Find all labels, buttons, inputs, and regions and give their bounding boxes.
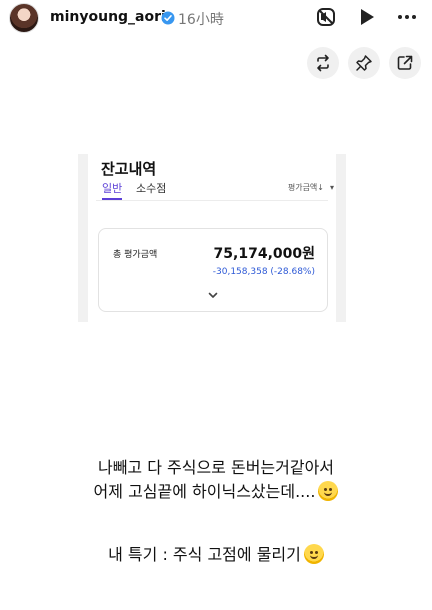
repost-button[interactable]	[307, 47, 339, 79]
repost-icon	[317, 54, 329, 72]
mute-icon[interactable]	[315, 6, 337, 28]
smiling-face-emoji-icon	[318, 481, 339, 501]
total-valuation-amount: 75,174,000원	[213, 246, 315, 262]
sort-label: 평가금액↓	[287, 183, 324, 192]
pin-icon	[356, 55, 372, 71]
sort-caret-icon: ▾	[329, 183, 334, 192]
pin-button[interactable]	[348, 47, 380, 79]
tab-general: 일반	[102, 182, 123, 195]
tab-fractional: 소수점	[136, 182, 167, 195]
tabs-divider	[96, 200, 328, 201]
share-button[interactable]	[389, 47, 421, 79]
verified-badge-icon	[161, 10, 175, 25]
caption-line-3: 내 특기 : 주식 고점에 물리기	[0, 543, 432, 567]
username[interactable]: minyoung_aori	[50, 9, 166, 25]
avatar[interactable]	[9, 3, 39, 33]
more-icon[interactable]	[396, 6, 418, 28]
total-valuation-label: 총 평가금액	[113, 250, 158, 260]
valuation-change: -30,158,358 (-28.68%)	[212, 267, 315, 277]
caption-text-2: 어제 고심끝에 하이닉스샀는데....	[93, 482, 316, 501]
balance-screenshot: 잔고내역 일반 소수점 평가금액↓ ▾ 총 평가금액 75,174,000원 -…	[78, 154, 346, 322]
relieved-face-emoji-icon	[303, 544, 324, 564]
story-header: minyoung_aori 16小時	[0, 0, 432, 36]
chevron-down-icon	[207, 289, 219, 301]
caption-text-1: 나빼고 다 주식으로 돈버는거같아서	[97, 458, 335, 477]
caption-text-3: 내 특기 : 주식 고점에 물리기	[108, 545, 301, 564]
play-icon[interactable]	[355, 6, 377, 28]
screenshot-title: 잔고내역	[101, 160, 157, 178]
share-icon	[397, 55, 413, 70]
total-valuation-card: 총 평가금액 75,174,000원 -30,158,358 (-28.68%)	[98, 228, 328, 312]
post-time: 16小時	[178, 12, 224, 28]
caption-line-2: 어제 고심끝에 하이닉스샀는데....	[0, 480, 432, 504]
caption-line-1: 나빼고 다 주식으로 돈버는거같아서	[0, 456, 432, 480]
